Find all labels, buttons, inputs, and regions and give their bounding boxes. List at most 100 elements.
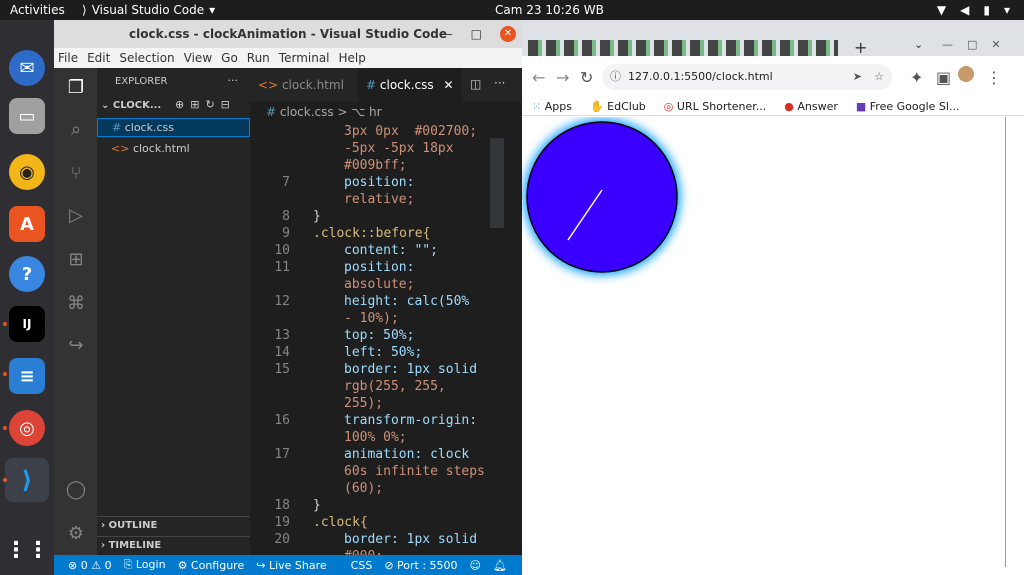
browser-toolbar: ← → ↻ ⓘ 127.0.0.1:5500/clock.html ➤ ☆ ✦ … bbox=[522, 56, 1024, 98]
live-share-icon[interactable]: ↪ bbox=[64, 334, 88, 358]
app-menu[interactable]: ⟩ Visual Studio Code ▾ bbox=[82, 3, 215, 17]
help-icon[interactable]: ? bbox=[9, 256, 45, 292]
account-icon[interactable]: ◯ bbox=[64, 478, 88, 502]
thunderbird-icon[interactable]: ✉ bbox=[9, 50, 45, 86]
source-control-icon[interactable]: ⑂ bbox=[64, 162, 88, 186]
minimap[interactable] bbox=[490, 138, 504, 228]
menu-edit[interactable]: Edit bbox=[87, 51, 110, 65]
system-clock[interactable]: Cam 23 10:26 WB bbox=[495, 3, 604, 17]
tab-clock-css[interactable]: # clock.css ✕ bbox=[358, 68, 462, 102]
maximize-icon[interactable]: □ bbox=[471, 20, 482, 48]
problems-indicator[interactable]: ⊗ 0 ⚠ 0 bbox=[68, 559, 112, 572]
menu-bar: File Edit Selection View Go Run Terminal… bbox=[54, 48, 522, 68]
menu-run[interactable]: Run bbox=[247, 51, 270, 65]
search-icon[interactable]: ⌕ bbox=[64, 118, 88, 142]
vscode-window: clock.css - clockAnimation - Visual Stud… bbox=[54, 20, 522, 575]
code-line: rgb(255, 255, bbox=[344, 379, 446, 394]
code-editor[interactable]: 3px 0px #002700; -5px -5px 18px #009bff; 7 p… bbox=[250, 122, 522, 555]
folder-header[interactable]: ⌄ CLOCK... bbox=[101, 100, 161, 111]
bookmark-free-google-slides[interactable]: ■ Free Google Sl... bbox=[856, 100, 960, 113]
tab-search-icon[interactable]: ⌄ bbox=[914, 38, 923, 51]
show-apps-icon[interactable]: ⋮⋮ bbox=[5, 532, 49, 568]
file-item-clock-html[interactable]: <> clock.html bbox=[111, 140, 190, 157]
vscode-icon[interactable]: ⟩ bbox=[5, 458, 49, 502]
status-bar: ⊗ 0 ⚠ 0 ⎘ Login ⚙ Configure ↪ Live Share… bbox=[54, 555, 522, 575]
notifications-icon[interactable]: 🔔︎ bbox=[493, 559, 507, 572]
file-item-clock-css[interactable]: # clock.css bbox=[97, 118, 250, 137]
reload-icon[interactable]: ↻ bbox=[580, 68, 593, 87]
explorer-icon[interactable]: ❐ bbox=[64, 76, 88, 100]
back-icon[interactable]: ← bbox=[532, 68, 545, 87]
files-icon[interactable]: ▭ bbox=[9, 98, 45, 134]
error-count: 0 bbox=[80, 558, 88, 572]
new-file-icon[interactable]: ⊕ bbox=[175, 98, 184, 111]
menu-selection[interactable]: Selection bbox=[119, 51, 174, 65]
port-status[interactable]: ⊘ Port : 5500 bbox=[384, 559, 457, 572]
close-icon[interactable]: ✕ bbox=[991, 38, 1000, 51]
line-number: 18 bbox=[274, 498, 290, 513]
tab-clock-html[interactable]: <> clock.html bbox=[250, 68, 358, 102]
tab-label: clock.css bbox=[379, 78, 434, 92]
extensions-icon[interactable]: ✦ bbox=[910, 68, 923, 87]
extensions-icon[interactable]: ⊞ bbox=[64, 248, 88, 272]
side-panel-icon[interactable]: ▣ bbox=[936, 68, 951, 87]
folder-actions: ⊕ ⊞ ↻ ⊟ bbox=[175, 98, 230, 111]
new-tab-icon[interactable]: + bbox=[854, 38, 867, 57]
new-folder-icon[interactable]: ⊞ bbox=[190, 98, 199, 111]
collapse-icon[interactable]: ⊟ bbox=[221, 98, 230, 111]
send-icon[interactable]: ➤ bbox=[853, 64, 862, 90]
live-share-button[interactable]: ↪ Live Share bbox=[256, 559, 326, 572]
code-line: height: calc(50% bbox=[344, 294, 470, 309]
minimize-icon[interactable]: — bbox=[441, 20, 453, 48]
line-number: 15 bbox=[274, 362, 290, 377]
close-tab-icon[interactable]: ✕ bbox=[443, 78, 453, 92]
intellij-icon[interactable]: IJ bbox=[9, 306, 45, 342]
bookmark-answer[interactable]: ● Answer bbox=[784, 100, 838, 113]
menu-go[interactable]: Go bbox=[221, 51, 238, 65]
breadcrumb-file[interactable]: clock.css bbox=[280, 105, 334, 119]
software-center-icon[interactable]: A bbox=[9, 206, 45, 242]
css-file-icon: # bbox=[366, 78, 377, 92]
timeline-label: TIMELINE bbox=[108, 540, 162, 551]
forward-icon[interactable]: → bbox=[556, 68, 569, 87]
split-editor-icon[interactable]: ◫ bbox=[470, 77, 481, 91]
language-mode[interactable]: CSS bbox=[351, 559, 373, 572]
feedback-icon[interactable]: ☺ bbox=[470, 559, 481, 572]
code-line: position: bbox=[344, 175, 415, 190]
outline-section[interactable]: › OUTLINE bbox=[97, 516, 250, 534]
bookmark-url-shortener[interactable]: ◎ URL Shortener... bbox=[664, 100, 766, 113]
rhythmbox-icon[interactable]: ◉ bbox=[9, 154, 45, 190]
configure-button[interactable]: ⚙ Configure bbox=[178, 559, 245, 572]
timeline-section[interactable]: › TIMELINE bbox=[97, 536, 250, 554]
bookmark-apps[interactable]: ⁙ Apps bbox=[532, 100, 572, 113]
breadcrumb-item[interactable]: hr bbox=[369, 105, 382, 119]
menu-view[interactable]: View bbox=[184, 51, 212, 65]
refresh-icon[interactable]: ↻ bbox=[205, 98, 214, 111]
settings-gear-icon[interactable]: ⚙ bbox=[64, 522, 88, 546]
bookmark-edclub[interactable]: ✋ EdClub bbox=[590, 100, 646, 113]
maximize-icon[interactable]: □ bbox=[967, 38, 977, 51]
more-actions-icon[interactable]: ··· bbox=[228, 74, 239, 87]
menu-icon[interactable]: ⋮ bbox=[986, 68, 1002, 87]
more-actions-icon[interactable]: ··· bbox=[494, 76, 505, 90]
chrome-icon[interactable]: ◎ bbox=[9, 410, 45, 446]
tab-strip: + ⌄ — □ ✕ bbox=[522, 20, 1024, 57]
run-debug-icon[interactable]: ▷ bbox=[64, 204, 88, 228]
address-bar[interactable]: ⓘ 127.0.0.1:5500/clock.html ➤ ☆ bbox=[602, 64, 892, 90]
menu-help[interactable]: Help bbox=[339, 51, 366, 65]
menu-file[interactable]: File bbox=[58, 51, 78, 65]
bookmark-star-icon[interactable]: ☆ bbox=[874, 64, 884, 90]
profile-avatar[interactable] bbox=[958, 66, 974, 82]
edclub-icon: ✋ bbox=[589, 100, 604, 113]
css-file-icon: # bbox=[266, 105, 277, 119]
login-button[interactable]: ⎘ Login bbox=[124, 558, 166, 572]
menu-terminal[interactable]: Terminal bbox=[279, 51, 330, 65]
text-editor-icon[interactable]: ≡ bbox=[9, 358, 45, 394]
pinned-tabs[interactable] bbox=[528, 40, 838, 56]
window-controls: — □ ✕ bbox=[942, 38, 1001, 51]
python-icon[interactable]: ⌘ bbox=[64, 292, 88, 316]
activities-button[interactable]: Activities bbox=[10, 3, 65, 17]
close-icon[interactable]: ✕ bbox=[500, 26, 516, 42]
minimize-icon[interactable]: — bbox=[942, 38, 953, 51]
system-tray[interactable]: ▼ ◀ ▮ ▾ bbox=[937, 3, 1010, 17]
